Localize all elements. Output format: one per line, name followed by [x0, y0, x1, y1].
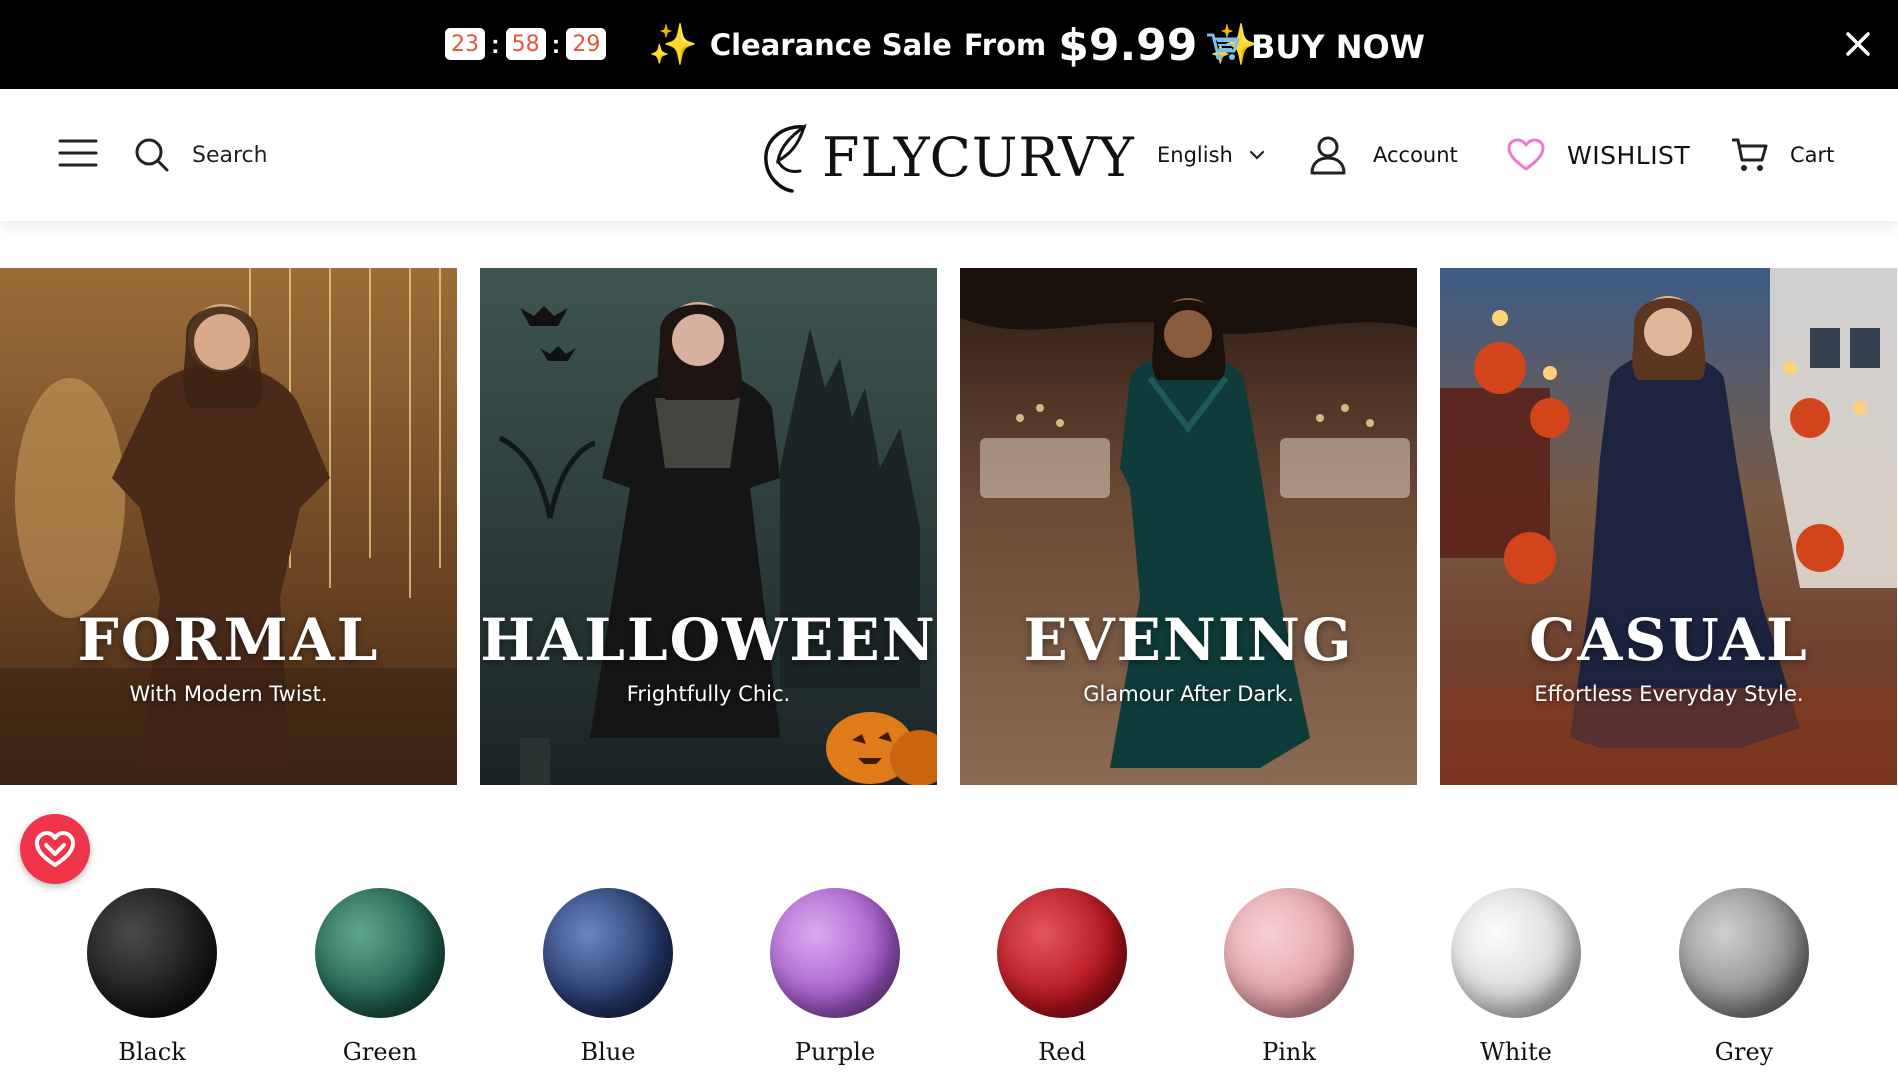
category-tile-casual[interactable]: CASUAL Effortless Everyday Style.	[1440, 268, 1898, 785]
timer-seconds: 29	[566, 28, 607, 60]
search-button[interactable]: Search	[134, 133, 268, 177]
color-swatches: Black Green Blue Purple Red Pink White G…	[0, 888, 1898, 1080]
timer-separator: :	[491, 28, 500, 59]
brand-feather-icon	[764, 123, 807, 193]
color-swatch-purple[interactable]: Purple	[755, 888, 915, 1066]
search-label: Search	[192, 142, 268, 168]
sale-text: Clearance Sale	[709, 28, 952, 62]
swatch-label: Pink	[1262, 1038, 1316, 1066]
logo[interactable]: FLYCURVY	[758, 119, 1135, 195]
buy-now-label: BUY NOW	[1251, 28, 1425, 66]
countdown-timer: 23 : 58 : 29	[445, 28, 607, 60]
formal-dress-image	[0, 268, 457, 785]
timer-separator: :	[551, 28, 561, 59]
evening-dress-image	[960, 268, 1417, 785]
search-icon	[135, 138, 169, 172]
account-label: Account	[1373, 143, 1458, 167]
sale-price: $9.99	[1058, 19, 1198, 71]
timer-minutes: 58	[505, 28, 546, 60]
casual-dress-image	[1440, 268, 1897, 785]
swatch-label: Blue	[580, 1038, 636, 1066]
halloween-dress-image	[480, 268, 937, 785]
buy-now-button[interactable]: BUY NOW	[1205, 22, 1425, 72]
swatch-circle	[1679, 888, 1809, 1018]
site-header: Search FLYCURVY English Account WISHLIST	[0, 89, 1898, 221]
rewards-badge[interactable]	[20, 814, 90, 884]
swatch-circle	[87, 888, 217, 1018]
timer-hours: 23	[445, 28, 485, 60]
shopping-cart-icon	[1207, 33, 1240, 60]
color-swatch-black[interactable]: Black	[72, 888, 232, 1066]
tile-title: HALLOWEEN	[480, 606, 937, 674]
category-tile-formal[interactable]: FORMAL With Modern Twist.	[0, 268, 457, 785]
wishlist-label: WISHLIST	[1567, 140, 1691, 170]
swatch-label: Grey	[1714, 1038, 1774, 1066]
color-swatch-grey[interactable]: Grey	[1664, 888, 1824, 1066]
color-swatch-white[interactable]: White	[1436, 888, 1596, 1066]
chevron-down-icon	[1249, 150, 1264, 160]
category-tile-evening[interactable]: EVENING Glamour After Dark.	[960, 268, 1417, 785]
brand-name: FLYCURVY	[822, 125, 1135, 189]
tile-title: EVENING	[1023, 606, 1354, 674]
tile-subtitle: Glamour After Dark.	[1083, 682, 1294, 706]
category-tile-halloween[interactable]: HALLOWEEN Frightfully Chic.	[480, 268, 937, 785]
sparkles-icon: ✨	[648, 23, 698, 67]
language-selector[interactable]: English	[1157, 135, 1265, 175]
color-swatch-blue[interactable]: Blue	[528, 888, 688, 1066]
sale-from-text: From	[963, 28, 1047, 62]
swatch-label: Black	[118, 1038, 186, 1066]
color-swatch-pink[interactable]: Pink	[1209, 888, 1369, 1066]
promo-bar: 23 : 58 : 29 ✨ Clearance Sale From $9.99…	[0, 0, 1898, 89]
tile-subtitle: Frightfully Chic.	[626, 682, 791, 706]
swatch-circle	[543, 888, 673, 1018]
account-link[interactable]: Account	[1309, 133, 1458, 177]
user-icon	[1310, 136, 1346, 175]
swatch-circle	[1224, 888, 1354, 1018]
tile-subtitle: Effortless Everyday Style.	[1534, 682, 1804, 706]
chevron-down-heart-icon	[35, 831, 75, 867]
sale-banner[interactable]: ✨ Clearance Sale From $9.99 ✨	[648, 14, 1259, 76]
category-tiles: FORMAL With Modern Twist. HALLOWEEN Frig…	[0, 268, 1898, 785]
tile-title: FORMAL	[77, 606, 380, 674]
language-label: English	[1157, 143, 1233, 167]
swatch-circle	[1451, 888, 1581, 1018]
cart-label: Cart	[1790, 143, 1835, 167]
cart-link[interactable]: Cart	[1730, 133, 1834, 177]
swatch-circle	[997, 888, 1127, 1018]
menu-icon[interactable]	[58, 137, 98, 169]
cart-icon	[1732, 138, 1768, 171]
swatch-circle	[315, 888, 445, 1018]
tile-title: CASUAL	[1529, 606, 1809, 674]
heart-icon	[1507, 138, 1545, 171]
color-swatch-green[interactable]: Green	[300, 888, 460, 1066]
swatch-circle	[770, 888, 900, 1018]
wishlist-link[interactable]: WISHLIST	[1507, 133, 1690, 177]
color-swatch-red[interactable]: Red	[982, 888, 1142, 1066]
swatch-label: Red	[1038, 1038, 1086, 1066]
swatch-label: White	[1480, 1038, 1552, 1066]
tile-subtitle: With Modern Twist.	[129, 682, 328, 706]
swatch-label: Green	[342, 1038, 418, 1066]
swatch-label: Purple	[794, 1038, 876, 1066]
close-icon[interactable]	[1840, 26, 1876, 62]
